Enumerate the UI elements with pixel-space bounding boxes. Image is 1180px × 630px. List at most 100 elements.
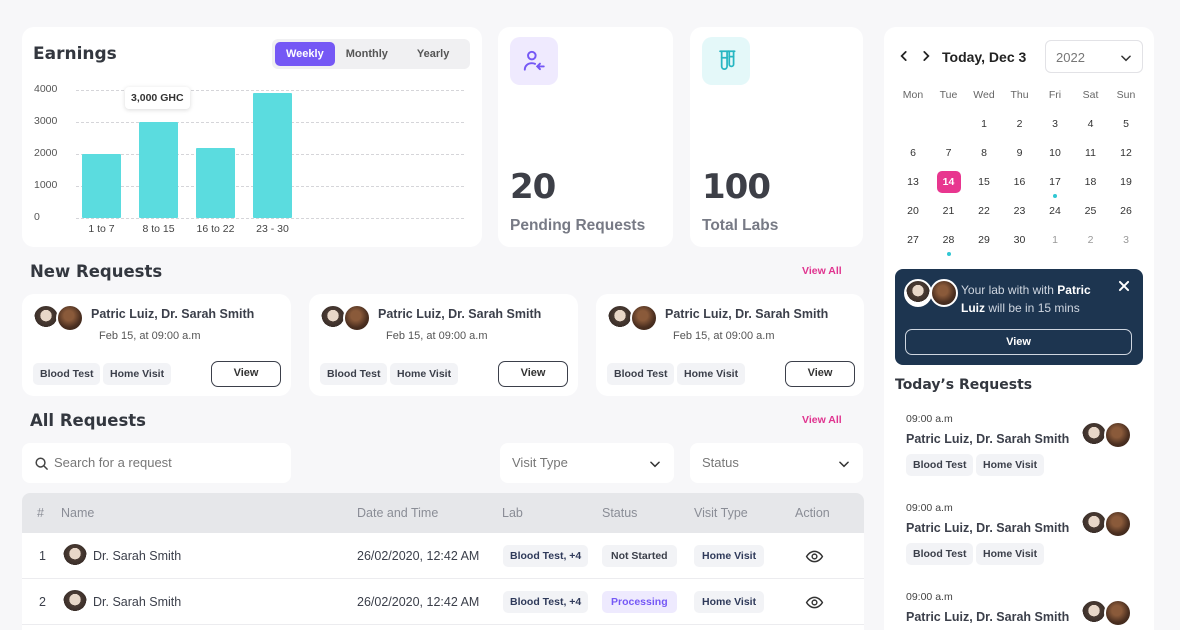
calendar-day[interactable]: 6 <box>895 142 931 164</box>
tag-blood-test: Blood Test <box>607 363 675 385</box>
calendar-day[interactable]: 15 <box>966 171 1002 193</box>
calendar-day[interactable]: 10 <box>1037 142 1073 164</box>
col-name: Name <box>61 506 95 520</box>
request-time: 09:00 a.m <box>906 591 953 603</box>
calendar-day[interactable]: 29 <box>966 229 1002 251</box>
tab-monthly[interactable]: Monthly <box>335 42 399 66</box>
tag-home-visit: Home Visit <box>976 543 1045 565</box>
request-names: Patric Luiz, Dr. Sarah Smith <box>378 307 542 321</box>
earnings-card: Earnings Weekly Monthly Yearly 4000 3000 2… <box>22 27 482 247</box>
row-visit-type: Home Visit <box>694 545 765 567</box>
table-row[interactable]: 1 Dr. Sarah Smith 26/02/2020, 12:42 AM B… <box>22 533 864 579</box>
calendar-day[interactable]: 9 <box>1002 142 1038 164</box>
new-requests-view-all[interactable]: View All <box>802 265 842 277</box>
calendar-day[interactable]: 14 <box>936 171 961 193</box>
pending-label: Pending Requests <box>510 217 646 234</box>
eye-icon[interactable] <box>805 593 824 612</box>
period-toggle: Weekly Monthly Yearly <box>272 39 471 69</box>
calendar-day[interactable]: 23 <box>1002 200 1038 222</box>
avatar <box>630 304 658 332</box>
tab-weekly[interactable]: Weekly <box>275 42 335 66</box>
calendar-day[interactable]: 20 <box>895 200 931 222</box>
calendar-day[interactable]: 8 <box>966 142 1002 164</box>
status-badge: Processing <box>602 591 677 613</box>
today-request-item[interactable]: 09:00 a.m Patric Luiz, Dr. Sarah Smith <box>884 585 1154 630</box>
year-select[interactable]: 2022 <box>1045 40 1143 73</box>
labs-count: 100 <box>702 167 771 207</box>
chevron-right-icon[interactable] <box>919 49 933 63</box>
tag-home-visit: Home Visit <box>677 363 746 385</box>
event-dot <box>946 252 951 256</box>
view-button[interactable]: View <box>785 361 855 387</box>
row-lab: Blood Test, +4 <box>503 545 589 567</box>
pending-requests-card[interactable]: 20 Pending Requests <box>498 27 673 247</box>
eye-icon[interactable] <box>805 547 824 566</box>
calendar-day[interactable]: 21 <box>931 200 967 222</box>
avatar <box>61 588 89 616</box>
x-tick-label: 23 - 30 <box>256 223 289 235</box>
weekday-label: Thu <box>1010 89 1029 101</box>
status-badge: Not Started <box>602 545 677 567</box>
chevron-left-icon[interactable] <box>897 49 911 63</box>
search-input[interactable]: Search for a request <box>22 443 291 483</box>
calendar-day[interactable]: 11 <box>1073 142 1109 164</box>
chart-bar[interactable] <box>82 154 121 218</box>
calendar-day[interactable]: 24 <box>1037 200 1073 222</box>
calendar-day[interactable]: 4 <box>1073 113 1109 135</box>
total-labs-card[interactable]: 100 Total Labs <box>690 27 863 247</box>
calendar-day[interactable]: 2 <box>1073 229 1109 251</box>
calendar-day[interactable]: 19 <box>1108 171 1144 193</box>
col-datetime: Date and Time <box>357 506 439 520</box>
chart-bar[interactable] <box>253 93 292 218</box>
calendar-day[interactable]: 18 <box>1073 171 1109 193</box>
calendar-day[interactable]: 17 <box>1037 171 1073 193</box>
notification-view-button[interactable]: View <box>905 329 1132 355</box>
calendar-day[interactable]: 3 <box>1108 229 1144 251</box>
calendar-day[interactable]: 1 <box>1037 229 1073 251</box>
calendar-day[interactable]: 2 <box>1002 113 1038 135</box>
today-request-item[interactable]: 09:00 a.m Patric Luiz, Dr. Sarah Smith B… <box>884 407 1154 493</box>
visit-type-select[interactable]: Visit Type <box>500 443 674 483</box>
request-time: 09:00 a.m <box>906 413 953 425</box>
calendar-day[interactable]: 27 <box>895 229 931 251</box>
calendar-day[interactable]: 28 <box>931 229 967 251</box>
request-names: Patric Luiz, Dr. Sarah Smith <box>906 610 1070 624</box>
view-button[interactable]: View <box>211 361 281 387</box>
todays-requests-title: Today’s Requests <box>895 377 1033 393</box>
calendar-day[interactable]: 25 <box>1073 200 1109 222</box>
request-date: Feb 15, at 09:00 a.m <box>673 330 775 342</box>
pending-count: 20 <box>510 167 556 207</box>
avatar <box>904 279 932 307</box>
calendar-day[interactable]: 5 <box>1108 113 1144 135</box>
calendar-day[interactable]: 22 <box>966 200 1002 222</box>
calendar-day[interactable]: 26 <box>1108 200 1144 222</box>
calendar-day[interactable]: 3 <box>1037 113 1073 135</box>
all-requests-view-all[interactable]: View All <box>802 414 842 426</box>
y-tick-label: 1000 <box>34 179 58 191</box>
y-tick-label: 4000 <box>34 83 58 95</box>
close-icon[interactable] <box>1117 279 1131 293</box>
request-time: 09:00 a.m <box>906 502 953 514</box>
earnings-title: Earnings <box>33 44 117 64</box>
chart-bar[interactable] <box>139 122 178 218</box>
table-row[interactable]: 2 Dr. Sarah Smith 26/02/2020, 12:42 AM B… <box>22 579 864 625</box>
tag-home-visit: Home Visit <box>390 363 459 385</box>
calendar-day[interactable]: 12 <box>1108 142 1144 164</box>
calendar-day[interactable]: 7 <box>931 142 967 164</box>
calendar-day[interactable]: 13 <box>895 171 931 193</box>
calendar-day[interactable]: 30 <box>1002 229 1038 251</box>
chevron-down-icon <box>1121 55 1131 62</box>
search-icon <box>35 457 48 470</box>
test-tubes-icon <box>702 37 750 85</box>
avatar <box>56 304 84 332</box>
weekday-label: Wed <box>973 89 995 101</box>
chart-bar[interactable] <box>196 147 235 218</box>
calendar-day[interactable]: 16 <box>1002 171 1038 193</box>
status-select[interactable]: Status <box>690 443 863 483</box>
calendar-day[interactable]: 1 <box>966 113 1002 135</box>
grid-line <box>76 218 464 219</box>
tab-yearly[interactable]: Yearly <box>399 42 467 66</box>
all-requests-title: All Requests <box>30 411 146 430</box>
today-request-item[interactable]: 09:00 a.m Patric Luiz, Dr. Sarah Smith B… <box>884 496 1154 582</box>
view-button[interactable]: View <box>498 361 568 387</box>
